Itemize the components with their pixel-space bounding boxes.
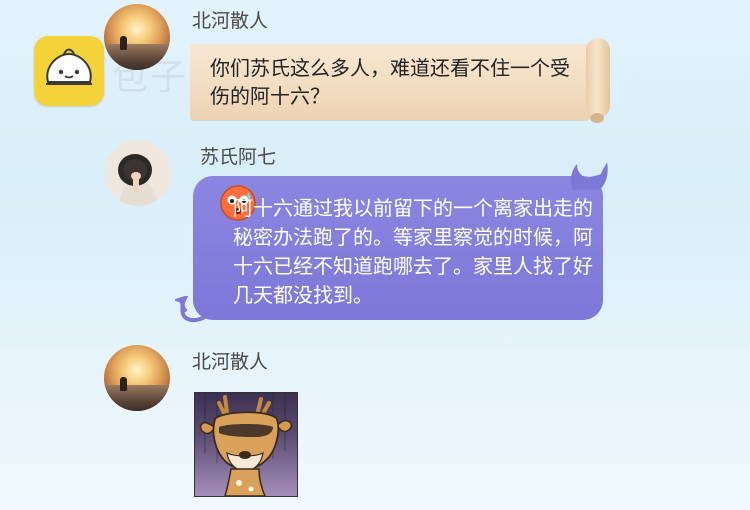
message-bubble: 阿十六通过我以前留下的一个离家出走的秘密办法跑了的。等家里察觉的时候，阿十六已经… <box>175 162 608 323</box>
sender-name: 苏氏阿七 <box>200 146 277 168</box>
message-text: 你们苏氏这么多人，难道还看不住一个受伤的阿十六？ <box>210 56 570 108</box>
message-bubble: 你们苏氏这么多人，难道还看不住一个受伤的阿十六？ <box>190 38 610 123</box>
avatar[interactable] <box>104 345 170 411</box>
sender-name: 北河散人 <box>192 10 269 32</box>
app-logo-icon <box>34 36 104 106</box>
devil-horn-icon <box>570 162 608 190</box>
sender-name: 北河散人 <box>192 351 269 373</box>
scroll-roll-icon <box>586 38 610 118</box>
message-text: 阿十六通过我以前留下的一个离家出走的秘密办法跑了的。等家里察觉的时候，阿十六已经… <box>233 196 593 307</box>
avatar[interactable] <box>105 140 171 206</box>
deer-sticker[interactable] <box>194 392 298 497</box>
avatar[interactable] <box>104 4 170 70</box>
devil-tail-icon <box>175 296 205 323</box>
